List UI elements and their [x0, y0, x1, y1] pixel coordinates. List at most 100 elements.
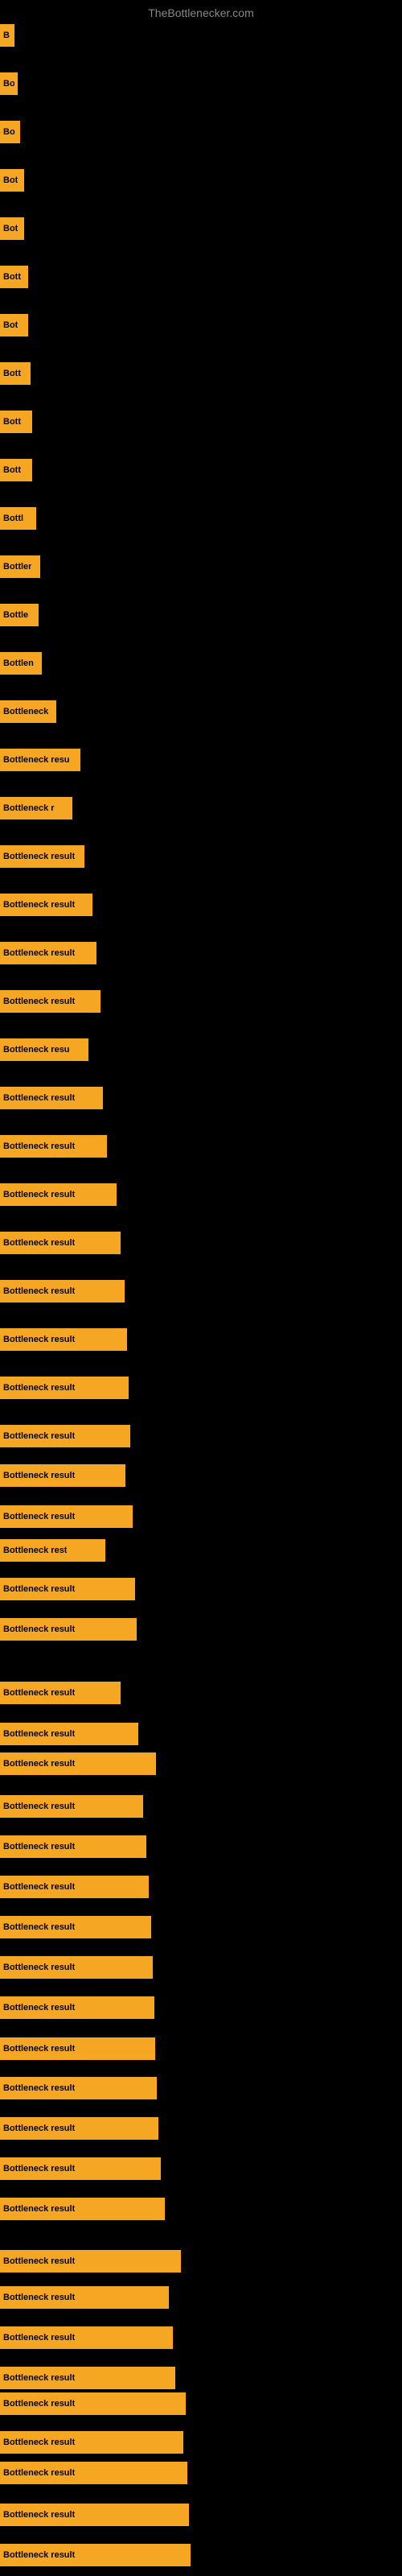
bar-row-12: Bottler [0, 555, 40, 578]
bar-label-16: Bottleneck resu [3, 755, 70, 765]
bar-row-5: Bot [0, 217, 24, 240]
bar-13: Bottle [0, 604, 39, 626]
bar-label-22: Bottleneck resu [3, 1045, 70, 1055]
bar-label-18: Bottleneck result [3, 852, 75, 861]
bar-7: Bot [0, 314, 28, 336]
bar-28: Bottleneck result [0, 1328, 127, 1351]
bar-row-7: Bot [0, 314, 28, 336]
bar-row-58: Bottleneck result [0, 2544, 191, 2566]
bar-row-46: Bottleneck result [0, 2077, 157, 2099]
bar-41: Bottleneck result [0, 1876, 149, 1898]
bar-label-13: Bottle [3, 610, 28, 620]
bar-label-46: Bottleneck result [3, 2083, 75, 2093]
bar-row-32: Bottleneck result [0, 1505, 133, 1528]
bar-label-34: Bottleneck result [3, 1584, 75, 1594]
bar-label-41: Bottleneck result [3, 1882, 75, 1892]
bar-26: Bottleneck result [0, 1232, 121, 1254]
bar-label-28: Bottleneck result [3, 1335, 75, 1344]
bar-label-52: Bottleneck result [3, 2333, 75, 2343]
bar-row-30: Bottleneck result [0, 1425, 130, 1447]
bar-row-9: Bott [0, 411, 32, 433]
bar-51: Bottleneck result [0, 2286, 169, 2309]
bar-label-36: Bottleneck result [3, 1688, 75, 1698]
bar-row-20: Bottleneck result [0, 942, 96, 964]
bar-row-27: Bottleneck result [0, 1280, 125, 1302]
bar-row-47: Bottleneck result [0, 2117, 158, 2140]
bar-label-19: Bottleneck result [3, 900, 75, 910]
bar-6: Bott [0, 266, 28, 288]
bar-label-49: Bottleneck result [3, 2204, 75, 2214]
bar-50: Bottleneck result [0, 2250, 181, 2273]
bar-label-17: Bottleneck r [3, 803, 55, 813]
bar-row-48: Bottleneck result [0, 2157, 161, 2180]
bar-49: Bottleneck result [0, 2198, 165, 2220]
bar-20: Bottleneck result [0, 942, 96, 964]
bar-19: Bottleneck result [0, 894, 92, 916]
bar-row-24: Bottleneck result [0, 1135, 107, 1158]
bar-row-1: B [0, 24, 14, 47]
bar-27: Bottleneck result [0, 1280, 125, 1302]
bar-row-53: Bottleneck result [0, 2367, 175, 2389]
bar-35: Bottleneck result [0, 1618, 137, 1641]
site-title: TheBottlenecker.com [0, 0, 402, 23]
bar-row-56: Bottleneck result [0, 2462, 187, 2484]
bar-label-48: Bottleneck result [3, 2164, 75, 2174]
bar-label-55: Bottleneck result [3, 2438, 75, 2447]
bar-44: Bottleneck result [0, 1996, 154, 2019]
bar-56: Bottleneck result [0, 2462, 187, 2484]
bar-label-14: Bottlen [3, 658, 34, 668]
bar-12: Bottler [0, 555, 40, 578]
bar-54: Bottleneck result [0, 2392, 186, 2415]
bar-label-5: Bot [3, 224, 18, 233]
bar-label-23: Bottleneck result [3, 1093, 75, 1103]
bar-42: Bottleneck result [0, 1916, 151, 1938]
bar-row-39: Bottleneck result [0, 1795, 143, 1818]
bar-row-54: Bottleneck result [0, 2392, 186, 2415]
bar-row-6: Bott [0, 266, 28, 288]
bar-row-4: Bot [0, 169, 24, 192]
bar-48: Bottleneck result [0, 2157, 161, 2180]
bar-label-11: Bottl [3, 514, 23, 523]
bar-label-15: Bottleneck [3, 707, 48, 716]
bar-57: Bottleneck result [0, 2504, 189, 2526]
bar-label-47: Bottleneck result [3, 2124, 75, 2133]
bar-label-35: Bottleneck result [3, 1624, 75, 1634]
bar-4: Bot [0, 169, 24, 192]
bar-label-58: Bottleneck result [3, 2550, 75, 2560]
bar-row-2: Bo [0, 72, 18, 95]
bar-label-44: Bottleneck result [3, 2003, 75, 2013]
bar-row-49: Bottleneck result [0, 2198, 165, 2220]
bar-row-40: Bottleneck result [0, 1835, 146, 1858]
bar-23: Bottleneck result [0, 1087, 103, 1109]
bar-row-34: Bottleneck result [0, 1578, 135, 1600]
bar-label-1: B [3, 31, 10, 40]
bar-row-23: Bottleneck result [0, 1087, 103, 1109]
bar-30: Bottleneck result [0, 1425, 130, 1447]
bar-47: Bottleneck result [0, 2117, 158, 2140]
bar-label-12: Bottler [3, 562, 31, 572]
bar-row-44: Bottleneck result [0, 1996, 154, 2019]
bar-32: Bottleneck result [0, 1505, 133, 1528]
bar-label-6: Bott [3, 272, 21, 282]
bar-label-30: Bottleneck result [3, 1431, 75, 1441]
bar-label-56: Bottleneck result [3, 2468, 75, 2478]
bar-label-9: Bott [3, 417, 21, 427]
bar-row-38: Bottleneck result [0, 1752, 156, 1775]
bar-row-36: Bottleneck result [0, 1682, 121, 1704]
bar-row-35: Bottleneck result [0, 1618, 137, 1641]
bar-39: Bottleneck result [0, 1795, 143, 1818]
bar-40: Bottleneck result [0, 1835, 146, 1858]
bar-label-40: Bottleneck result [3, 1842, 75, 1852]
bar-label-27: Bottleneck result [3, 1286, 75, 1296]
bar-row-29: Bottleneck result [0, 1377, 129, 1399]
bar-label-31: Bottleneck result [3, 1471, 75, 1480]
bar-3: Bo [0, 121, 20, 143]
bar-2: Bo [0, 72, 18, 95]
bar-8: Bott [0, 362, 31, 385]
bar-label-32: Bottleneck result [3, 1512, 75, 1521]
bar-52: Bottleneck result [0, 2326, 173, 2349]
bar-33: Bottleneck rest [0, 1539, 105, 1562]
bar-label-3: Bo [3, 127, 15, 137]
bar-label-25: Bottleneck result [3, 1190, 75, 1199]
bar-1: B [0, 24, 14, 47]
